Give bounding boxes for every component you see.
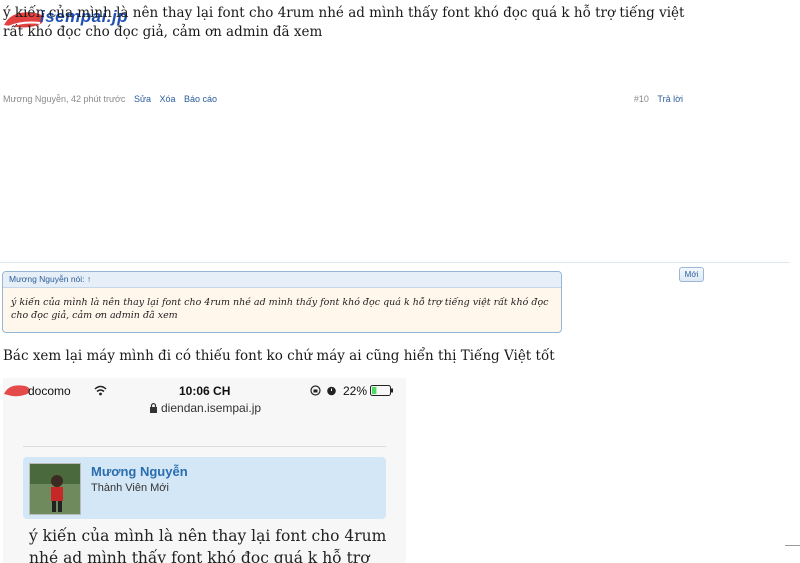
user-role: Thành Viên Mới bbox=[91, 482, 169, 494]
quote-block: Mương Nguyễn nói: ↑ ý kiến của mình là n… bbox=[2, 271, 562, 333]
phone-address-bar: diendan.isempai.jp bbox=[3, 398, 406, 418]
phone-battery-percent: 22% bbox=[343, 384, 368, 398]
lock-rotation-icon bbox=[310, 385, 321, 396]
attached-screenshot[interactable]: docomo 10:06 CH 22% diendan.isempai.jp M… bbox=[3, 378, 406, 563]
alarm-icon bbox=[327, 386, 336, 396]
reply-link[interactable]: Trả lời bbox=[657, 94, 683, 104]
post-divider bbox=[0, 262, 790, 263]
delete-link[interactable]: Xóa bbox=[160, 94, 176, 104]
post-message: ý kiến của mình là nên thay lại font cho… bbox=[3, 5, 685, 40]
reply-message: Bác xem lại máy mình đi có thiếu font ko… bbox=[3, 348, 555, 364]
post-meta: Mương Nguyễn, 42 phút trước Sửa Xóa Báo … bbox=[3, 94, 217, 104]
avatar bbox=[29, 463, 81, 515]
wifi-icon bbox=[94, 385, 107, 396]
post-meta-right: #10 Trả lời bbox=[634, 94, 683, 104]
report-link[interactable]: Báo cáo bbox=[184, 94, 217, 104]
lock-icon bbox=[150, 402, 157, 413]
phone-time: 10:06 CH bbox=[179, 384, 231, 398]
edge-line bbox=[785, 545, 800, 546]
quote-header[interactable]: Mương Nguyễn nói: ↑ bbox=[3, 272, 561, 288]
edit-link[interactable]: Sửa bbox=[134, 94, 151, 104]
battery-icon bbox=[370, 385, 393, 396]
post-number[interactable]: #10 bbox=[634, 94, 649, 104]
user-card: Mương Nguyễn Thành Viên Mới bbox=[23, 457, 386, 519]
phone-divider bbox=[23, 446, 386, 447]
phone-carrier: docomo bbox=[28, 384, 71, 398]
quote-body: ý kiến của mình là nên thay lại font cho… bbox=[11, 297, 549, 321]
user-name: Mương Nguyễn bbox=[91, 464, 188, 479]
phone-url: diendan.isempai.jp bbox=[161, 401, 262, 415]
phone-post-text: ý kiến của mình là nên thay lại font cho… bbox=[29, 527, 387, 563]
post-author-time: Mương Nguyễn, 42 phút trước bbox=[3, 94, 126, 104]
new-badge: Mới bbox=[679, 267, 704, 282]
